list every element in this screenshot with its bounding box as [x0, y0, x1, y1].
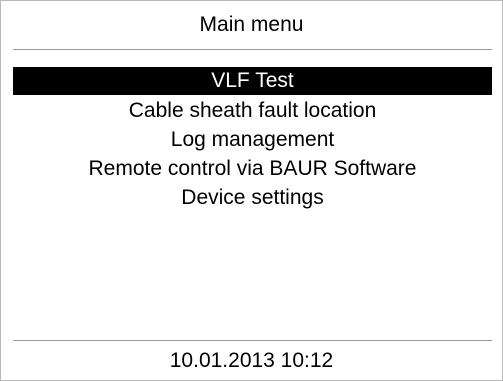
main-menu-list: VLF Test Cable sheath fault location Log…	[13, 67, 492, 212]
footer-divider	[13, 340, 492, 341]
menu-item-cable-sheath-fault-location[interactable]: Cable sheath fault location	[13, 96, 492, 125]
menu-item-vlf-test[interactable]: VLF Test	[13, 67, 492, 95]
device-screen: Main menu VLF Test Cable sheath fault lo…	[0, 0, 503, 381]
header-divider	[13, 49, 492, 50]
menu-item-log-management[interactable]: Log management	[13, 125, 492, 154]
menu-item-device-settings[interactable]: Device settings	[13, 183, 492, 212]
page-title: Main menu	[199, 12, 304, 36]
menu-item-remote-control[interactable]: Remote control via BAUR Software	[13, 154, 492, 183]
status-datetime: 10.01.2013 10:12	[169, 349, 334, 372]
